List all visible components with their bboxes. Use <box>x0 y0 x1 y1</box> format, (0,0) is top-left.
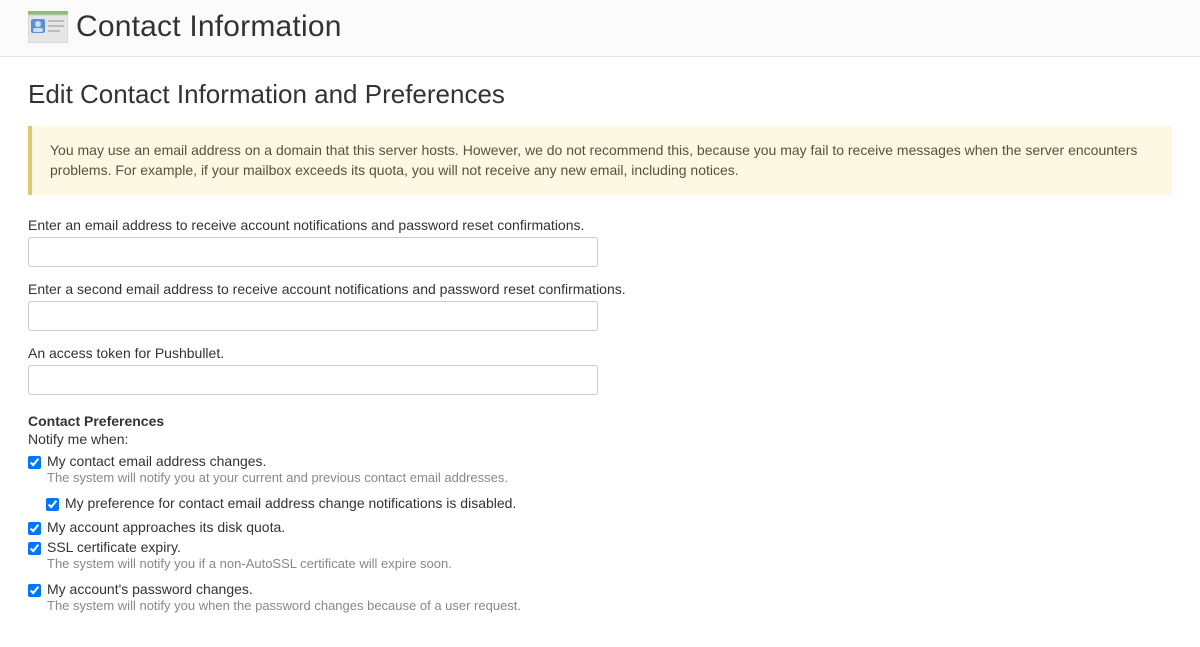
preference-checkbox[interactable] <box>28 542 41 555</box>
preferences-list: My contact email address changes.The sys… <box>28 453 1172 619</box>
primary-email-label: Enter an email address to receive accoun… <box>28 217 1172 233</box>
page-title: Contact Information <box>76 10 342 44</box>
preference-sub-text: My preference for contact email address … <box>65 495 516 511</box>
preference-item: My contact email address changes.The sys… <box>28 453 1172 491</box>
secondary-email-group: Enter a second email address to receive … <box>28 281 1172 331</box>
primary-email-group: Enter an email address to receive accoun… <box>28 217 1172 267</box>
preference-label: My account's password changes. <box>47 581 521 597</box>
notify-me-when-label: Notify me when: <box>28 431 1172 447</box>
preference-sub-checkbox[interactable] <box>46 498 59 511</box>
preference-text: SSL certificate expiry.The system will n… <box>47 539 452 577</box>
preference-checkbox[interactable] <box>28 584 41 597</box>
sub-header: Edit Contact Information and Preferences <box>28 79 1172 110</box>
secondary-email-input[interactable] <box>28 301 598 331</box>
preference-subitem: My preference for contact email address … <box>46 495 1172 511</box>
pushbullet-group: An access token for Pushbullet. <box>28 345 1172 395</box>
page-header: Contact Information <box>0 0 1200 57</box>
preference-label: SSL certificate expiry. <box>47 539 452 555</box>
preference-label: My account approaches its disk quota. <box>47 519 285 535</box>
preference-item: My account approaches its disk quota. <box>28 519 1172 535</box>
preference-help: The system will notify you at your curre… <box>47 470 508 485</box>
warning-notice: You may use an email address on a domain… <box>28 126 1172 195</box>
preference-text: My contact email address changes.The sys… <box>47 453 508 491</box>
preference-item: SSL certificate expiry.The system will n… <box>28 539 1172 577</box>
preference-text: My account's password changes.The system… <box>47 581 521 619</box>
preference-help: The system will notify you when the pass… <box>47 598 521 613</box>
contact-preferences-heading: Contact Preferences <box>28 413 1172 429</box>
content-area: Edit Contact Information and Preferences… <box>0 57 1200 647</box>
primary-email-input[interactable] <box>28 237 598 267</box>
preference-label: My contact email address changes. <box>47 453 508 469</box>
secondary-email-label: Enter a second email address to receive … <box>28 281 1172 297</box>
preference-help: The system will notify you if a non-Auto… <box>47 556 452 571</box>
preference-item: My account's password changes.The system… <box>28 581 1172 619</box>
pushbullet-label: An access token for Pushbullet. <box>28 345 1172 361</box>
preference-checkbox[interactable] <box>28 456 41 469</box>
preference-sub-label: My preference for contact email address … <box>65 495 516 511</box>
preference-text: My account approaches its disk quota. <box>47 519 285 535</box>
pushbullet-input[interactable] <box>28 365 598 395</box>
preference-checkbox[interactable] <box>28 522 41 535</box>
contact-info-icon <box>28 11 68 43</box>
